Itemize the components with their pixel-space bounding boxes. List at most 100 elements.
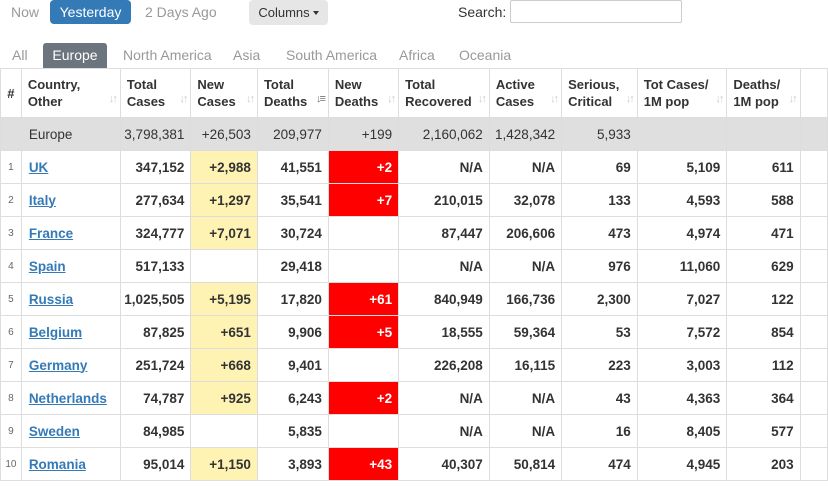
active-cases-cell: 50,814 — [488, 447, 563, 481]
new-deaths-cell — [327, 216, 400, 250]
two-days-ago-button[interactable]: 2 Days Ago — [145, 4, 217, 20]
table-row: 4 Spain 517,133 29,418 N/A N/A 976 11,060 629 — [0, 249, 828, 283]
region-tabs: All Europe North America Asia South Amer… — [0, 43, 828, 68]
overflow-cell — [799, 249, 828, 283]
now-button[interactable]: Now — [11, 4, 39, 20]
table-row: 2 Italy 277,634 +1,297 35,541 +7 210,015 32,078… — [0, 183, 828, 217]
country-link[interactable]: France — [29, 226, 73, 241]
country-cell: Germany — [20, 348, 121, 382]
table-row: 7 Germany 251,724 +668 9,401 226,208 16,115 223… — [0, 348, 828, 382]
col-header-overflow[interactable] — [799, 68, 828, 118]
col-header-active-cases[interactable]: Active Cases ↓↑ — [488, 68, 563, 118]
country-link[interactable]: Russia — [29, 292, 73, 307]
cases-per-1m-cell: 3,003 — [636, 348, 728, 382]
country-link[interactable]: Germany — [29, 358, 88, 373]
total-cases-cell: 95,014 — [119, 447, 192, 481]
col-header-new-cases[interactable]: New Cases ↓↑ — [190, 68, 258, 118]
sort-icon: ↓↑ — [108, 93, 118, 105]
sort-icon: ↓↑ — [387, 93, 396, 105]
col-header-total-deaths[interactable]: Total Deaths ↓≡ — [256, 68, 329, 118]
new-cases-cell: +651 — [190, 315, 258, 349]
caret-down-icon — [312, 10, 319, 15]
col-header-total-cases[interactable]: Total Cases ↓↑ — [119, 68, 192, 118]
total-deaths-cell: 6,243 — [256, 381, 329, 415]
tab-north-america[interactable]: North America — [123, 43, 212, 68]
row-number: 6 — [0, 315, 22, 349]
col-header-cases-per-1m[interactable]: Tot Cases/1M pop ↓↑ — [636, 68, 728, 118]
tab-africa[interactable]: Africa — [399, 43, 435, 68]
new-deaths-cell: +61 — [327, 282, 400, 316]
row-number: 1 — [0, 150, 22, 184]
total-cases-cell: 324,777 — [119, 216, 192, 250]
new-cases-cell: +1,297 — [190, 183, 258, 217]
active-cases-cell: N/A — [488, 150, 563, 184]
tab-europe[interactable]: Europe — [43, 43, 107, 68]
serious-critical-cell: 43 — [561, 381, 638, 415]
country-link[interactable]: Netherlands — [29, 391, 107, 406]
search-label: Search: — [458, 4, 507, 20]
overflow-cell — [799, 150, 828, 184]
new-cases-cell: +668 — [190, 348, 258, 382]
columns-label: Columns — [258, 5, 310, 20]
active-cases-cell: 166,736 — [488, 282, 563, 316]
overflow-cell — [799, 282, 828, 316]
cases-per-1m-cell: 5,109 — [636, 150, 728, 184]
deaths-per-1m-cell: 577 — [726, 414, 801, 448]
overflow-cell — [799, 381, 828, 415]
total-recovered-cell: 18,555 — [398, 315, 490, 349]
tab-all[interactable]: All — [12, 43, 28, 68]
sort-icon: ↓↑ — [715, 93, 724, 105]
sort-icon: ↓↑ — [179, 93, 188, 105]
cases-per-1m-cell: 4,593 — [636, 183, 728, 217]
col-header-serious-critical[interactable]: Serious, Critical ↓↑ — [561, 68, 638, 118]
total-recovered-cell: 2,160,062 — [398, 117, 490, 151]
table-row: 9 Sweden 84,985 5,835 N/A N/A 16 8,405 577 — [0, 414, 828, 448]
country-link[interactable]: UK — [29, 160, 49, 175]
country-link[interactable]: Sweden — [29, 424, 80, 439]
total-recovered-cell: N/A — [398, 381, 490, 415]
deaths-per-1m-cell: 588 — [726, 183, 801, 217]
country-cell: Netherlands — [20, 381, 121, 415]
country-link[interactable]: Italy — [29, 193, 56, 208]
col-header-label: Total — [405, 77, 436, 92]
col-header-label: Cases — [126, 94, 166, 109]
columns-dropdown-button[interactable]: Columns — [249, 0, 328, 25]
tab-oceania[interactable]: Oceania — [459, 43, 511, 68]
tab-asia[interactable]: Asia — [233, 43, 260, 68]
cases-per-1m-cell: 11,060 — [636, 249, 728, 283]
total-recovered-cell: 210,015 — [398, 183, 490, 217]
serious-critical-cell: 223 — [561, 348, 638, 382]
row-number: 7 — [0, 348, 22, 382]
country-cell: Romania — [20, 447, 121, 481]
cases-per-1m-cell: 8,405 — [636, 414, 728, 448]
deaths-per-1m-cell: 112 — [726, 348, 801, 382]
col-header-number[interactable]: # — [0, 68, 22, 118]
total-cases-cell: 347,152 — [119, 150, 192, 184]
country-link[interactable]: Romania — [29, 457, 86, 472]
cases-per-1m-cell: 4,363 — [636, 381, 728, 415]
col-header-country[interactable]: Country, Other ↓↑ — [20, 68, 121, 118]
search-input[interactable] — [510, 0, 682, 23]
col-header-new-deaths[interactable]: New Deaths ↓↑ — [327, 68, 400, 118]
cases-per-1m-cell — [636, 117, 728, 151]
active-cases-cell: 32,078 — [488, 183, 563, 217]
country-link[interactable]: Belgium — [29, 325, 82, 340]
col-header-label: Active — [495, 77, 535, 92]
deaths-per-1m-cell: 203 — [726, 447, 801, 481]
total-deaths-cell: 29,418 — [256, 249, 329, 283]
new-cases-cell: +7,071 — [190, 216, 258, 250]
col-header-label: Cases — [495, 94, 535, 109]
col-header-deaths-per-1m[interactable]: Deaths/1M pop ↓↑ — [726, 68, 801, 118]
col-header-label: New — [197, 77, 225, 92]
total-deaths-cell: 35,541 — [256, 183, 329, 217]
active-cases-cell: 59,364 — [488, 315, 563, 349]
country-link[interactable]: Spain — [29, 259, 66, 274]
total-recovered-cell: 87,447 — [398, 216, 490, 250]
new-cases-cell — [190, 249, 258, 283]
col-header-total-recovered[interactable]: Total Recovered ↓↑ — [398, 68, 490, 118]
yesterday-button[interactable]: Yesterday — [50, 0, 131, 24]
total-deaths-cell: 9,401 — [256, 348, 329, 382]
tab-south-america[interactable]: South America — [286, 43, 377, 68]
country-cell: Russia — [20, 282, 121, 316]
total-recovered-cell: N/A — [398, 150, 490, 184]
